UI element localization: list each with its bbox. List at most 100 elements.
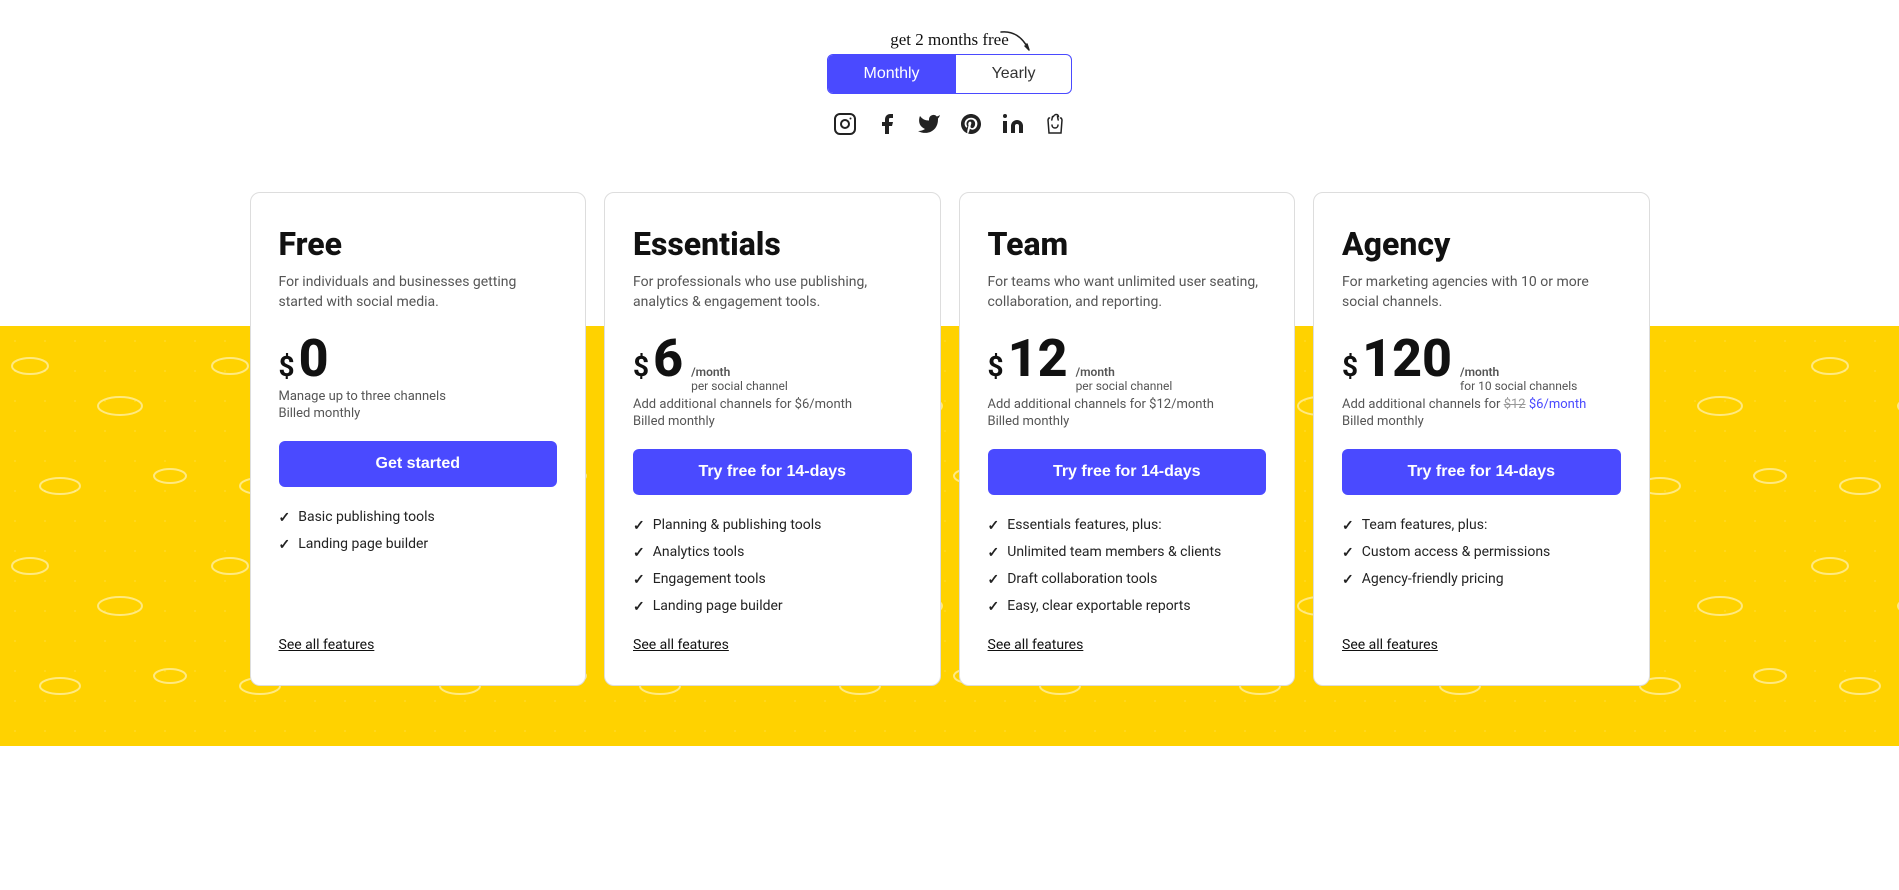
check-icon: ✓ <box>988 572 1000 588</box>
agency-plan-card: Agency For marketing agencies with 10 or… <box>1313 192 1650 686</box>
agency-additional-strike: $12 <box>1504 397 1526 412</box>
agency-feature-1-text: Team features, plus: <box>1362 517 1488 533</box>
essentials-features-list: ✓ Planning & publishing tools ✓ Analytic… <box>633 517 912 615</box>
agency-feature-2: ✓ Custom access & permissions <box>1342 544 1621 561</box>
agency-feature-1: ✓ Team features, plus: <box>1342 517 1621 534</box>
check-icon: ✓ <box>633 572 645 588</box>
free-feature-1-text: Basic publishing tools <box>298 509 434 525</box>
agency-additional-link[interactable]: $6/month <box>1529 397 1586 412</box>
team-price-channel: per social channel <box>1076 379 1173 393</box>
essentials-price-dollar: $ <box>633 350 649 383</box>
team-billed: Billed monthly <box>988 414 1267 429</box>
agency-price-row: $ 120 /month for 10 social channels <box>1342 333 1621 393</box>
pricing-section: Free For individuals and businesses gett… <box>0 172 1899 746</box>
team-plan-desc: For teams who want unlimited user seatin… <box>988 273 1267 315</box>
team-price-per: /month <box>1076 365 1173 379</box>
check-icon: ✓ <box>988 599 1000 615</box>
instagram-icon[interactable] <box>833 112 857 142</box>
check-icon: ✓ <box>279 510 291 526</box>
team-price-row: $ 12 /month per social channel <box>988 333 1267 393</box>
team-features-list: ✓ Essentials features, plus: ✓ Unlimited… <box>988 517 1267 615</box>
agency-feature-3: ✓ Agency-friendly pricing <box>1342 571 1621 588</box>
essentials-price-row: $ 6 /month per social channel <box>633 333 912 393</box>
agency-plan-name: Agency <box>1342 225 1621 263</box>
billing-toggle[interactable]: Monthly Yearly <box>827 54 1073 94</box>
yearly-tab[interactable]: Yearly <box>956 55 1072 93</box>
team-feature-3-text: Draft collaboration tools <box>1007 571 1157 587</box>
essentials-feature-3: ✓ Engagement tools <box>633 571 912 588</box>
pinterest-icon[interactable] <box>959 112 983 142</box>
check-icon: ✓ <box>633 599 645 615</box>
essentials-price-details: /month per social channel <box>691 365 788 393</box>
team-price-dollar: $ <box>988 350 1004 383</box>
cards-container: Free For individuals and businesses gett… <box>250 192 1650 686</box>
agency-additional-channels: Add additional channels for $12 $6/month <box>1342 397 1621 412</box>
essentials-price-per: /month <box>691 365 788 379</box>
essentials-feature-4: ✓ Landing page builder <box>633 598 912 615</box>
team-feature-4-text: Easy, clear exportable reports <box>1007 598 1190 614</box>
check-icon: ✓ <box>279 537 291 553</box>
essentials-plan-card: Essentials For professionals who use pub… <box>604 192 941 686</box>
free-plan-name: Free <box>279 225 558 263</box>
essentials-plan-name: Essentials <box>633 225 912 263</box>
team-feature-1-text: Essentials features, plus: <box>1007 517 1161 533</box>
free-features-list: ✓ Basic publishing tools ✓ Landing page … <box>279 509 558 615</box>
agency-price-dollar: $ <box>1342 350 1358 383</box>
agency-see-all[interactable]: See all features <box>1342 637 1621 653</box>
team-additional-channels: Add additional channels for $12/month <box>988 397 1267 412</box>
team-see-all[interactable]: See all features <box>988 637 1267 653</box>
agency-price-details: /month for 10 social channels <box>1460 365 1577 393</box>
team-plan-name: Team <box>988 225 1267 263</box>
check-icon: ✓ <box>633 518 645 534</box>
team-plan-card: Team For teams who want unlimited user s… <box>959 192 1296 686</box>
essentials-additional-channels: Add additional channels for $6/month <box>633 397 912 412</box>
agency-feature-3-text: Agency-friendly pricing <box>1362 571 1504 587</box>
free-cta-button[interactable]: Get started <box>279 441 558 487</box>
essentials-feature-4-text: Landing page builder <box>653 598 783 614</box>
social-icons-row <box>833 112 1067 142</box>
free-see-all[interactable]: See all features <box>279 637 558 653</box>
agency-additional-prefix: Add additional channels for <box>1342 397 1504 412</box>
free-price-amount: 0 <box>299 333 329 385</box>
free-price-dollar: $ <box>279 350 295 383</box>
team-cta-button[interactable]: Try free for 14-days <box>988 449 1267 495</box>
check-icon: ✓ <box>633 545 645 561</box>
essentials-price-channel: per social channel <box>691 379 788 393</box>
essentials-feature-1-text: Planning & publishing tools <box>653 517 822 533</box>
essentials-see-all[interactable]: See all features <box>633 637 912 653</box>
agency-plan-desc: For marketing agencies with 10 or more s… <box>1342 273 1621 315</box>
check-icon: ✓ <box>1342 545 1354 561</box>
agency-price-channel: for 10 social channels <box>1460 379 1577 393</box>
free-billed: Billed monthly <box>279 406 558 421</box>
free-additional-channels: Manage up to three channels <box>279 389 558 404</box>
team-feature-4: ✓ Easy, clear exportable reports <box>988 598 1267 615</box>
agency-price-per: /month <box>1460 365 1577 379</box>
essentials-feature-3-text: Engagement tools <box>653 571 766 587</box>
team-feature-1: ✓ Essentials features, plus: <box>988 517 1267 534</box>
team-price-amount: 12 <box>1008 333 1068 385</box>
essentials-billed: Billed monthly <box>633 414 912 429</box>
top-section: get 2 months free Monthly Yearly <box>0 0 1899 172</box>
shopify-icon[interactable] <box>1043 112 1067 142</box>
monthly-tab[interactable]: Monthly <box>828 55 956 93</box>
essentials-feature-1: ✓ Planning & publishing tools <box>633 517 912 534</box>
free-feature-2-text: Landing page builder <box>298 536 428 552</box>
twitter-icon[interactable] <box>917 112 941 142</box>
team-feature-2: ✓ Unlimited team members & clients <box>988 544 1267 561</box>
facebook-icon[interactable] <box>875 112 899 142</box>
team-feature-3: ✓ Draft collaboration tools <box>988 571 1267 588</box>
essentials-cta-button[interactable]: Try free for 14-days <box>633 449 912 495</box>
agency-cta-button[interactable]: Try free for 14-days <box>1342 449 1621 495</box>
check-icon: ✓ <box>988 545 1000 561</box>
check-icon: ✓ <box>1342 518 1354 534</box>
essentials-price-amount: 6 <box>653 333 683 385</box>
free-feature-1: ✓ Basic publishing tools <box>279 509 558 526</box>
check-icon: ✓ <box>1342 572 1354 588</box>
essentials-feature-2-text: Analytics tools <box>653 544 745 560</box>
linkedin-icon[interactable] <box>1001 112 1025 142</box>
arrow-icon <box>999 30 1039 60</box>
get2months-wrapper: get 2 months free <box>890 30 1009 52</box>
team-price-details: /month per social channel <box>1076 365 1173 393</box>
check-icon: ✓ <box>988 518 1000 534</box>
agency-price-amount: 120 <box>1362 333 1452 385</box>
